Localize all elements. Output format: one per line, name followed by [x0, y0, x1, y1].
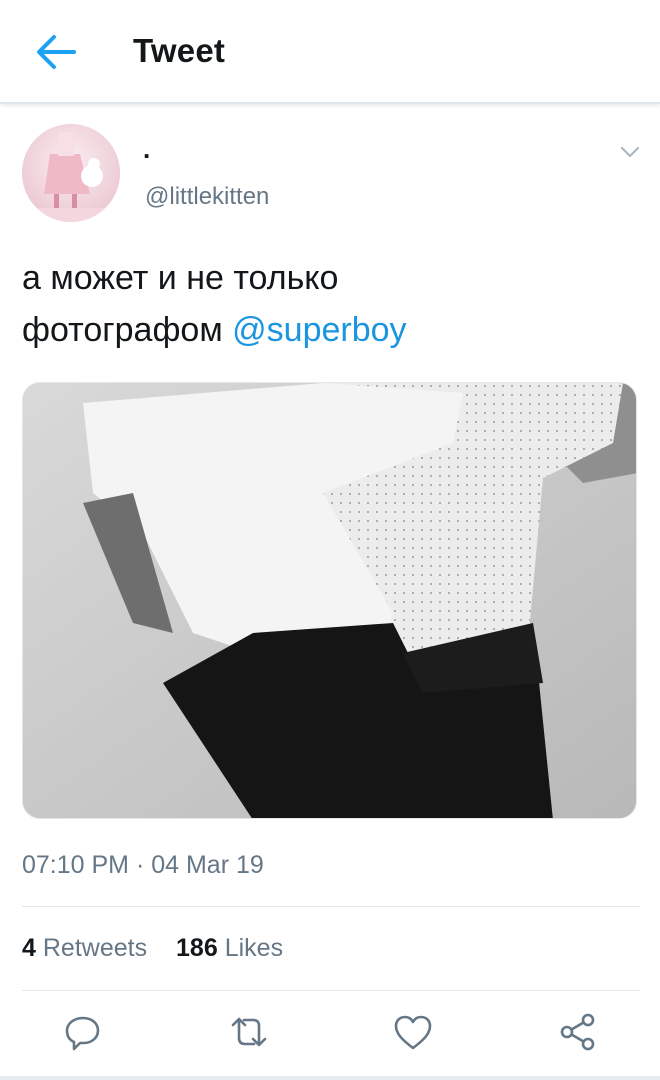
- tweet-stats: 4 Retweets 186 Likes: [22, 934, 283, 963]
- tweet-timestamp: 07:10 PM · 04 Mar 19: [22, 851, 264, 879]
- likes-count: 186: [176, 934, 218, 962]
- tweet-text-line2: фотографом: [22, 311, 223, 349]
- bottom-divider: [0, 1076, 660, 1080]
- share-button[interactable]: [556, 1010, 600, 1054]
- more-options-button[interactable]: [615, 140, 645, 164]
- reply-button[interactable]: [61, 1010, 105, 1054]
- chevron-down-icon: [620, 146, 640, 158]
- like-button[interactable]: [391, 1010, 435, 1054]
- top-app-bar: Tweet: [0, 0, 660, 104]
- likes-stat[interactable]: 186 Likes: [176, 934, 283, 963]
- retweet-icon: [231, 1017, 267, 1047]
- avatar[interactable]: [22, 124, 120, 222]
- action-bar: [0, 1004, 660, 1060]
- tweet-text-line1: а может и не только: [22, 259, 339, 297]
- user-handle[interactable]: @littlekitten: [145, 183, 269, 211]
- arrow-left-icon: [37, 35, 76, 69]
- retweets-label: Retweets: [42, 934, 148, 962]
- divider: [22, 906, 640, 907]
- likes-label: Likes: [224, 934, 284, 962]
- reply-icon: [65, 1016, 100, 1051]
- retweets-count: 4: [22, 934, 36, 962]
- retweet-button[interactable]: [227, 1010, 271, 1054]
- page-title: Tweet: [133, 32, 226, 69]
- retweets-stat[interactable]: 4 Retweets: [22, 934, 147, 963]
- mention-link[interactable]: @superboy: [232, 311, 406, 349]
- tweet-photo[interactable]: [22, 382, 637, 819]
- tweet-text: а может и не только фотографом @superboy: [22, 252, 632, 356]
- divider: [22, 990, 640, 991]
- display-name[interactable]: .: [143, 134, 150, 165]
- share-icon: [560, 1013, 595, 1051]
- like-icon: [394, 1015, 432, 1050]
- back-button[interactable]: [30, 28, 82, 76]
